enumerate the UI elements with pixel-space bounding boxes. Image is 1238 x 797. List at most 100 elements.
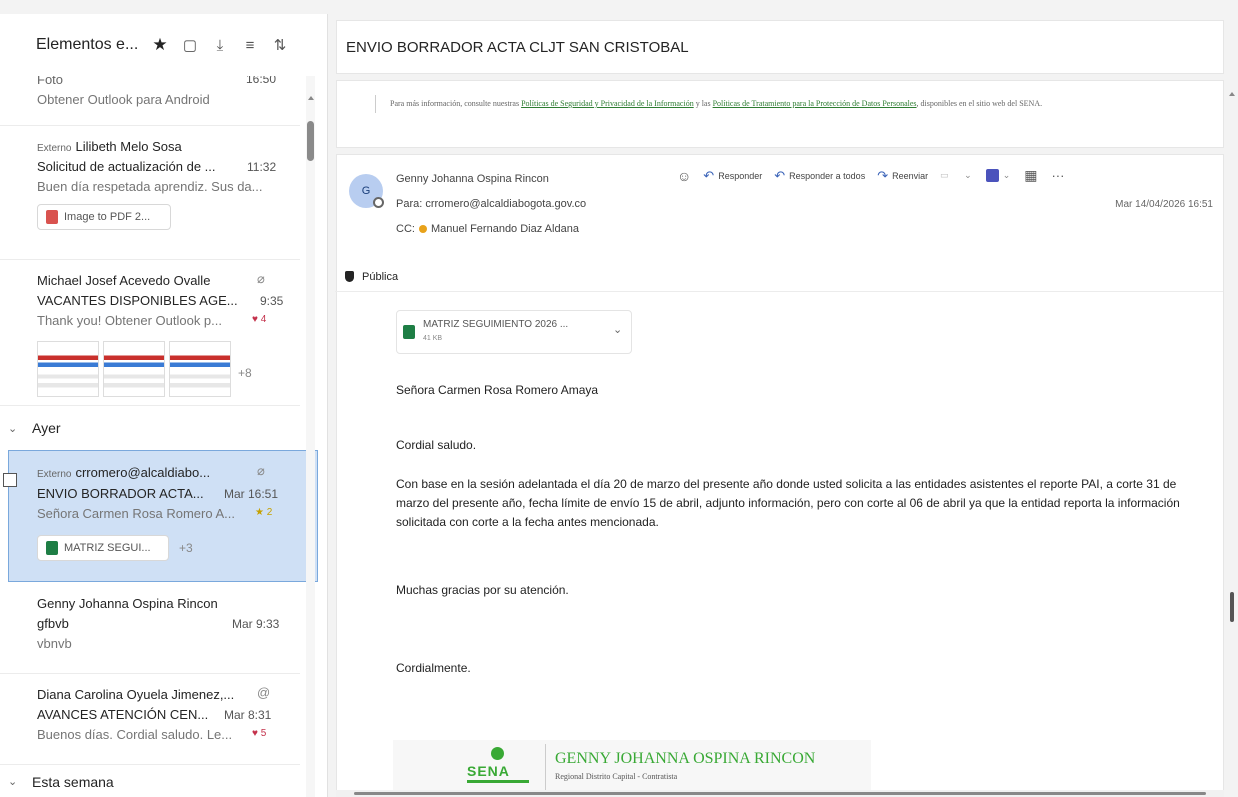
item-subject: ENVIO BORRADOR ACTA... <box>37 486 204 501</box>
apps-grid-icon[interactable]: ▦ <box>1024 167 1037 184</box>
cc-label: CC: <box>396 223 415 235</box>
reading-pane: ENVIO BORRADOR ACTA CLJT SAN CRISTOBAL P… <box>335 14 1224 797</box>
attachment-name: MATRIZ SEGUIMIENTO 2026 ... <box>423 319 569 330</box>
item-sender: Michael Josef Acevedo Ovalle <box>37 273 211 288</box>
attachment-chip[interactable]: MATRIZ SEGUI... <box>37 535 169 561</box>
cc-name[interactable]: Manuel Fernando Diaz Aldana <box>431 223 579 235</box>
scroll-up-icon[interactable] <box>1229 92 1235 96</box>
item-sender: crromero@alcaldiabo... <box>75 465 211 480</box>
horizontal-scrollbar-thumb[interactable] <box>354 792 1206 795</box>
image-thumbnail[interactable] <box>103 341 165 397</box>
external-tag: Externo <box>37 143 72 154</box>
reaction-count: 5 <box>260 728 267 739</box>
jump-to-icon[interactable]: ⤓ <box>212 37 228 54</box>
closing-line: Cordialmente. <box>396 661 471 675</box>
forward-button[interactable]: ↷ Reenviar <box>877 168 928 184</box>
presence-away-icon <box>418 225 427 234</box>
chevron-down-icon[interactable]: ⌄ <box>8 422 28 435</box>
sort-icon[interactable]: ⇅ <box>272 36 288 54</box>
item-time: Mar 8:31 <box>224 708 272 722</box>
chevron-down-icon[interactable]: ⌄ <box>1003 170 1011 181</box>
group-label: Ayer <box>32 420 61 436</box>
message-actions: ☺ ↶ Responder ↶ Responder a todos ↷ Reenvia… <box>677 167 1064 184</box>
reaction-badge: ★ 2 <box>255 507 273 518</box>
privacy-policy-link[interactable]: Políticas de Seguridad y Privacidad de l… <box>521 99 694 108</box>
image-thumbnails[interactable] <box>37 341 235 397</box>
quick-action-icon[interactable]: ▭ <box>940 170 958 181</box>
list-item[interactable]: Externo Lilibeth Melo Sosa Solicitud de a… <box>0 127 300 260</box>
reply-label: Responder <box>718 170 763 181</box>
to-address[interactable]: crromero@alcaldiabogota.gov.co <box>425 198 586 210</box>
chevron-down-icon[interactable]: ⌄ <box>964 170 972 181</box>
pdf-icon <box>46 210 58 224</box>
attachment-card[interactable]: MATRIZ SEGUIMIENTO 2026 ... 41 KB ⌄ <box>396 310 632 354</box>
list-item[interactable]: Genny Johanna Ospina Rincon gfbvb Mar 9:… <box>0 584 300 674</box>
attachment-chip[interactable]: Image to PDF 2... <box>37 204 171 230</box>
signature-name: GENNY JOHANNA OSPINA RINCON <box>555 750 816 767</box>
image-thumbnail[interactable] <box>37 341 99 397</box>
previous-message-footer: Para más información, consulte nuestras … <box>336 80 1224 148</box>
data-policy-link[interactable]: Políticas de Tratamiento para la Protecc… <box>713 99 917 108</box>
more-attachments-count[interactable]: +3 <box>179 541 193 555</box>
paperclip-icon: ⌀ <box>257 271 265 286</box>
horizontal-scrollbar[interactable] <box>336 790 1224 797</box>
image-thumbnail[interactable] <box>169 341 231 397</box>
reaction-count: 4 <box>260 314 267 325</box>
shield-icon <box>345 271 354 282</box>
select-mode-icon[interactable]: ▢ <box>182 36 198 54</box>
reading-scrollbar-thumb[interactable] <box>1230 592 1234 622</box>
email-subject: ENVIO BORRADOR ACTA CLJT SAN CRISTOBAL <box>336 20 1224 74</box>
reply-button[interactable]: ↶ Responder <box>703 168 762 184</box>
filter-icon[interactable]: ≡ <box>242 37 258 54</box>
greeting-line: Señora Carmen Rosa Romero Amaya <box>396 383 599 397</box>
teams-icon[interactable] <box>985 169 999 182</box>
sensitivity-label: Pública <box>335 262 1223 292</box>
attachment-name: MATRIZ SEGUI... <box>64 542 151 554</box>
item-preview: Buenos días. Cordial saludo. Le... <box>37 727 233 742</box>
favorite-star-icon[interactable]: ★ <box>152 35 168 55</box>
chevron-down-icon[interactable]: ⌄ <box>8 775 28 788</box>
quoted-prefix: Para más información, consulte nuestras <box>390 99 520 108</box>
message-date: Mar 14/04/2026 16:51 <box>1115 199 1213 210</box>
list-item[interactable]: Diana Carolina Oyuela Jimenez,... @ AVAN… <box>0 675 300 765</box>
list-item-selected[interactable]: Externo crromero@alcaldiabo... ⌀ ENVIO BO… <box>3 450 318 582</box>
item-preview: vbnvb <box>37 636 72 651</box>
reply-all-button[interactable]: ↶ Responder a todos <box>774 168 865 184</box>
sender-name[interactable]: Genny Johanna Ospina Rincon <box>396 173 549 185</box>
list-item[interactable]: Michael Josef Acevedo Ovalle ⌀ VACANTES … <box>0 261 300 406</box>
group-label: Esta semana <box>32 773 114 790</box>
item-subject: Solicitud de actualización de ... <box>37 159 216 174</box>
forward-label: Reenviar <box>892 170 929 181</box>
list-scrollbar[interactable] <box>306 76 315 797</box>
item-preview: Thank you! Obtener Outlook p... <box>37 313 222 328</box>
group-header-this-week[interactable]: ⌄ Esta semana <box>0 766 300 797</box>
list-scrollbar-thumb[interactable] <box>307 121 314 161</box>
list-scroll-up-icon[interactable] <box>308 96 314 100</box>
message-card: G Genny Johanna Ospina Rincon Para: crro… <box>335 154 1224 797</box>
reply-icon: ↶ <box>703 167 715 183</box>
group-header-yesterday[interactable]: ⌄ Ayer <box>0 407 300 449</box>
message-list: Elementos e... ★ ▢ ⤓ ≡ ⇅ Foto 16:50 Obte… <box>0 14 328 797</box>
reply-all-icon: ↶ <box>774 167 786 183</box>
more-attachments-count[interactable]: +8 <box>238 366 252 380</box>
reaction-badge: ♥ 5 <box>252 728 267 739</box>
chevron-down-icon[interactable]: ⌄ <box>613 323 622 336</box>
more-options-icon[interactable]: ··· <box>1051 168 1064 183</box>
folder-title[interactable]: Elementos e... <box>36 36 148 54</box>
to-label: Para: <box>396 198 423 210</box>
reading-pane-scrollbar[interactable] <box>1226 14 1238 797</box>
select-checkbox[interactable] <box>3 473 17 487</box>
reaction-badge: ♥ 4 <box>252 314 267 325</box>
item-sender: Lilibeth Melo Sosa <box>75 139 182 154</box>
sena-logo-underline <box>467 780 529 783</box>
item-preview: Obtener Outlook para Android <box>37 92 210 107</box>
email-signature: SENA GENNY JOHANNA OSPINA RINCON Regiona… <box>393 740 871 797</box>
thanks-line: Muchas gracias por su atención. <box>396 583 569 597</box>
excel-icon <box>46 541 58 555</box>
reaction-count: 2 <box>266 507 273 518</box>
signature-role: Regional Distrito Capital - Contratista <box>555 772 678 781</box>
reply-all-label: Responder a todos <box>789 170 866 181</box>
sena-logo-text: SENA <box>467 763 510 779</box>
item-preview: Buen día respetada aprendiz. Sus da... <box>37 179 263 194</box>
emoji-reaction-icon[interactable]: ☺ <box>677 168 691 184</box>
